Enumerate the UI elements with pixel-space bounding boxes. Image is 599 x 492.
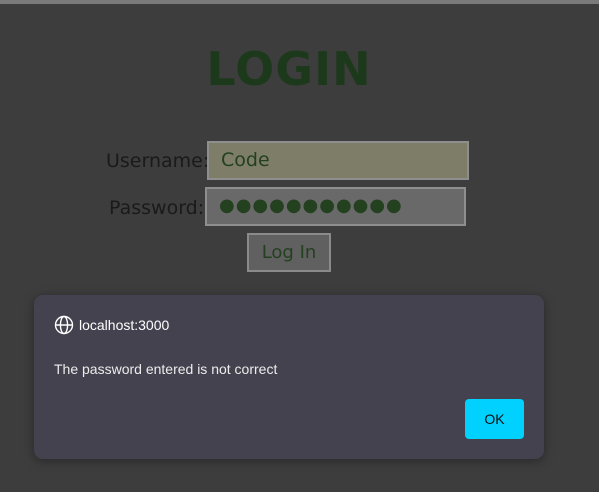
password-label: Password: xyxy=(109,197,205,219)
page-title: LOGIN xyxy=(206,42,372,96)
username-label: Username: xyxy=(106,150,210,172)
alert-dialog: localhost:3000 The password entered is n… xyxy=(34,295,544,459)
top-strip xyxy=(0,0,599,4)
username-input[interactable]: Code xyxy=(207,141,469,180)
dialog-origin: localhost:3000 xyxy=(79,317,170,333)
password-input[interactable]: ●●●●●●●●●●● xyxy=(205,187,466,226)
dialog-header: localhost:3000 xyxy=(54,315,169,335)
globe-icon xyxy=(54,315,74,335)
ok-button[interactable]: OK xyxy=(465,399,524,439)
login-button[interactable]: Log In xyxy=(247,233,331,272)
dialog-message: The password entered is not correct xyxy=(54,361,278,377)
